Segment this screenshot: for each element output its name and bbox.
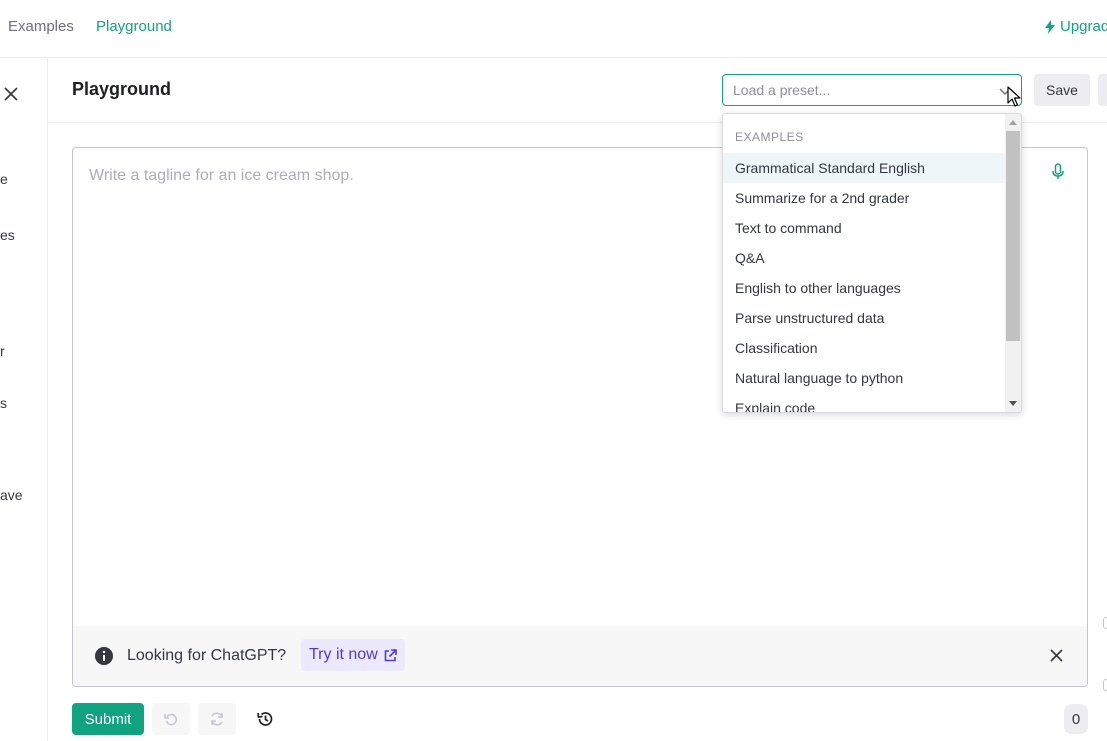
preset-placeholder: Load a preset... (733, 82, 831, 98)
scroll-up-arrow-icon[interactable] (1009, 120, 1017, 125)
preset-option[interactable]: Explain code (723, 393, 1007, 412)
banner-text: Looking for ChatGPT? (127, 647, 287, 664)
preset-option[interactable]: Parse unstructured data (723, 303, 1007, 333)
dropdown-scrollbar[interactable] (1005, 114, 1021, 412)
nav-examples-link[interactable]: Examples (8, 18, 74, 36)
prompt-placeholder: Write a tagline for an ice cream shop. (89, 167, 354, 184)
sidebar-item-fragment[interactable]: es (0, 227, 15, 243)
microphone-icon[interactable] (1051, 163, 1065, 181)
preset-option[interactable]: Summarize for a 2nd grader (723, 183, 1007, 213)
save-button[interactable]: Save (1034, 74, 1090, 106)
try-it-now-label: Try it now (309, 646, 378, 663)
edge-control-fragment[interactable] (1103, 617, 1107, 629)
scroll-down-arrow-icon[interactable] (1009, 401, 1017, 406)
preset-option[interactable]: Text to command (723, 213, 1007, 243)
preset-dropdown: EXAMPLES Grammatical Standard English Su… (722, 113, 1022, 413)
try-it-now-link[interactable]: Try it now (301, 639, 405, 671)
dropdown-group-label: EXAMPLES (735, 130, 804, 144)
nav-playground-link[interactable]: Playground (96, 18, 172, 36)
submit-button[interactable]: Submit (72, 703, 144, 735)
sidebar-item-fragment[interactable]: s (0, 395, 7, 411)
refresh-icon (211, 712, 223, 726)
edge-control-fragment[interactable] (1103, 679, 1107, 691)
close-banner-icon[interactable] (1050, 649, 1063, 662)
preset-option[interactable]: English to other languages (723, 273, 1007, 303)
sidebar-item-fragment[interactable]: e (0, 171, 8, 187)
external-link-icon (384, 648, 397, 661)
chatgpt-banner: Looking for ChatGPT? Try it now (73, 626, 1087, 686)
info-icon (95, 647, 113, 665)
page-title: Playground (72, 79, 172, 99)
scrollbar-thumb[interactable] (1006, 131, 1020, 341)
regenerate-button[interactable] (198, 703, 236, 735)
preset-option[interactable]: Grammatical Standard English (723, 153, 1007, 183)
undo-icon (164, 713, 178, 726)
sidebar-item-fragment[interactable]: r (0, 343, 5, 359)
undo-button[interactable] (152, 703, 190, 735)
mouse-cursor-icon (1007, 86, 1021, 107)
preset-option[interactable]: Q&A (723, 243, 1007, 273)
sidebar: e es r s ave (0, 58, 48, 741)
dropdown-options: Grammatical Standard English Summarize f… (723, 153, 1007, 412)
history-icon (257, 712, 273, 726)
preset-option[interactable]: Natural language to python (723, 363, 1007, 393)
upgrade-label: Upgrad (1060, 18, 1107, 35)
preset-option[interactable]: Classification (723, 333, 1007, 363)
more-button[interactable] (1098, 74, 1107, 106)
preset-select[interactable]: Load a preset... (722, 74, 1022, 106)
top-nav: Examples Playground Upgrad (0, 0, 1107, 58)
close-icon[interactable] (4, 87, 18, 101)
token-count: 0 (1064, 704, 1088, 734)
upgrade-link[interactable]: Upgrad (1044, 18, 1107, 36)
sidebar-item-fragment[interactable]: ave (0, 487, 23, 503)
lightning-icon (1045, 20, 1055, 34)
history-button[interactable] (252, 703, 278, 735)
